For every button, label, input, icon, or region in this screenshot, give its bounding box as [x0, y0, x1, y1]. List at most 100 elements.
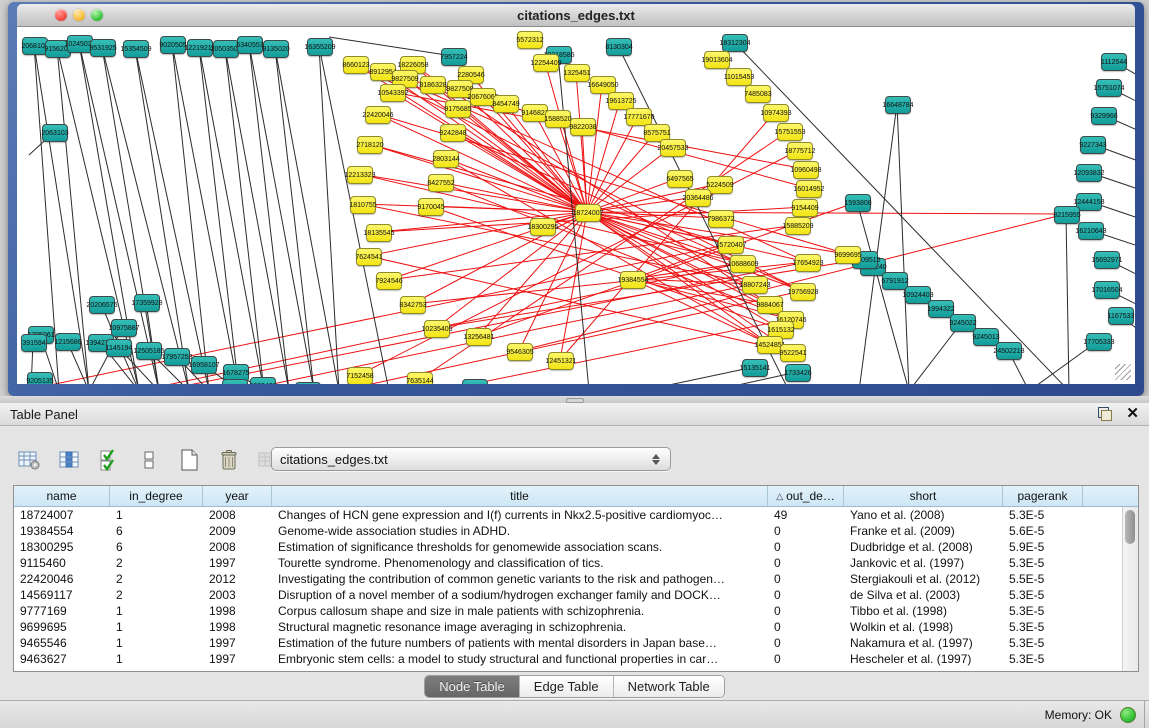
delete-column-button[interactable] [214, 445, 244, 475]
graph-node[interactable]: 2803144 [433, 150, 459, 168]
graph-node[interactable]: 15720407 [718, 236, 744, 254]
graph-node[interactable]: 8215955 [1054, 206, 1080, 224]
graph-node[interactable]: 1733426 [785, 364, 811, 382]
graph-node[interactable]: 19756928 [790, 283, 816, 301]
edge[interactable] [587, 212, 807, 262]
graph-node[interactable]: 15692971 [1094, 251, 1120, 269]
graph-node[interactable]: 391594 [21, 334, 47, 352]
row-height-button[interactable] [134, 445, 164, 475]
edge[interactable] [135, 48, 189, 384]
table-cell[interactable]: 0 [768, 604, 844, 618]
graph-node[interactable]: 16648784 [885, 96, 911, 114]
graph-node[interactable]: 16210643 [1078, 222, 1104, 240]
table-cell[interactable]: 18300295 [14, 540, 110, 554]
table-cell[interactable]: 2012 [203, 572, 272, 586]
graph-node[interactable]: 20503505 [213, 40, 239, 58]
table-cell[interactable]: Yano et al. (2008) [844, 508, 1003, 522]
graph-node[interactable]: 18807243 [742, 276, 768, 294]
graph-node[interactable]: 1810755 [350, 196, 376, 214]
table-row[interactable]: 1830029562008Estimation of significance … [14, 539, 1122, 555]
edge[interactable] [319, 46, 389, 384]
graph-node[interactable]: 9020505 [160, 36, 186, 54]
column-header-pagerank[interactable]: pagerank [1003, 486, 1083, 506]
table-row[interactable]: 2242004622012Investigating the contribut… [14, 571, 1122, 587]
float-panel-icon[interactable] [1098, 407, 1112, 421]
table-cell[interactable]: 6 [110, 524, 203, 538]
table-cell[interactable]: Jankovic et al. (1997) [844, 556, 1003, 570]
graph-node[interactable]: 9546305 [507, 343, 533, 361]
table-cell[interactable]: 5.6E-5 [1003, 524, 1083, 538]
table-scrollbar-thumb[interactable] [1125, 510, 1135, 544]
graph-node[interactable]: 1112544 [1101, 53, 1127, 71]
table-cell[interactable]: 2 [110, 572, 203, 586]
graph-node[interactable]: 18775712 [787, 142, 813, 160]
graph-node[interactable]: 8130304 [606, 38, 632, 56]
table-cell[interactable]: 18724007 [14, 508, 110, 522]
table-row[interactable]: 1938455462009Genome-wide association stu… [14, 523, 1122, 539]
table-cell[interactable]: Dudbridge et al. (2008) [844, 540, 1003, 554]
split-divider[interactable] [0, 396, 1149, 403]
graph-node[interactable]: 9522541 [780, 344, 806, 362]
graph-node[interactable]: 6286403 [222, 379, 248, 384]
tab-node-table[interactable]: Node Table [425, 676, 520, 697]
graph-node[interactable]: 10543392 [380, 84, 406, 102]
table-cell[interactable]: 0 [768, 524, 844, 538]
table-cell[interactable]: 1 [110, 604, 203, 618]
graph-node[interactable]: 20364486 [685, 189, 711, 207]
table-cell[interactable]: 0 [768, 540, 844, 554]
table-cell[interactable]: 1997 [203, 636, 272, 650]
graph-node[interactable]: 18724007 [575, 204, 601, 222]
graph-node[interactable]: 9242848 [440, 124, 466, 142]
table-cell[interactable]: Stergiakouli et al. (2012) [844, 572, 1003, 586]
select-columns-button[interactable] [94, 445, 124, 475]
table-cell[interactable]: 5.3E-5 [1003, 604, 1083, 618]
table-cell[interactable]: 14569117 [14, 588, 110, 602]
graph-node[interactable]: 9329966 [1091, 107, 1117, 125]
graph-node[interactable]: 16014952 [796, 180, 822, 198]
table-cell[interactable]: de Silva et al. (2003) [844, 588, 1003, 602]
table-cell[interactable]: 0 [768, 620, 844, 634]
graph-node[interactable]: 8427552 [428, 174, 454, 192]
table-cell[interactable]: 5.3E-5 [1003, 620, 1083, 634]
edge[interactable] [199, 47, 264, 384]
graph-node[interactable]: 9227343 [1080, 136, 1106, 154]
table-cell[interactable]: 5.9E-5 [1003, 540, 1083, 554]
table-selector-dropdown[interactable]: citations_edges.txt [271, 447, 671, 471]
graph-node[interactable]: 5572312 [517, 31, 543, 49]
edge[interactable] [1066, 214, 1069, 384]
close-panel-icon[interactable]: ✕ [1126, 407, 1139, 421]
edge[interactable] [249, 44, 314, 384]
graph-node[interactable]: 7624541 [356, 248, 382, 266]
show-columns-button[interactable] [54, 445, 84, 475]
graph-node[interactable]: 7986372 [708, 210, 734, 228]
graph-node[interactable]: 9170045 [418, 198, 444, 216]
tab-network-table[interactable]: Network Table [614, 676, 724, 697]
table-cell[interactable]: 9465546 [14, 636, 110, 650]
graph-node[interactable]: 9135020 [263, 40, 289, 58]
table-cell[interactable]: 0 [768, 652, 844, 666]
edge[interactable] [172, 44, 209, 384]
graph-node[interactable]: 13256481 [466, 328, 492, 346]
graph-node[interactable]: 2620403 [250, 377, 276, 384]
graph-node[interactable]: 2063103 [42, 124, 68, 142]
graph-node[interactable]: 1588520 [545, 110, 571, 128]
graph-node[interactable]: 19384554 [620, 271, 646, 289]
memory-status-icon[interactable] [1120, 707, 1136, 723]
column-header-title[interactable]: title [272, 486, 768, 506]
graph-node[interactable]: 22420046 [365, 106, 391, 124]
table-scrollbar[interactable] [1122, 507, 1138, 671]
table-cell[interactable]: Franke et al. (2009) [844, 524, 1003, 538]
edge[interactable] [239, 284, 754, 384]
graph-node[interactable]: 9205135 [27, 372, 53, 384]
table-cell[interactable]: 2009 [203, 524, 272, 538]
graph-node[interactable]: 17016504 [1094, 281, 1120, 299]
graph-node[interactable]: 16958107 [191, 356, 217, 374]
table-row[interactable]: 977716911998Corpus callosum shape and si… [14, 603, 1122, 619]
graph-node[interactable]: 6497565 [667, 170, 693, 188]
table-cell[interactable]: 5.3E-5 [1003, 588, 1083, 602]
graph-node[interactable]: 10924403 [905, 286, 931, 304]
table-cell[interactable]: 9463627 [14, 652, 110, 666]
edge[interactable] [897, 104, 909, 384]
graph-node[interactable]: 1215686 [55, 333, 81, 351]
graph-node[interactable]: 8342753 [400, 296, 426, 314]
